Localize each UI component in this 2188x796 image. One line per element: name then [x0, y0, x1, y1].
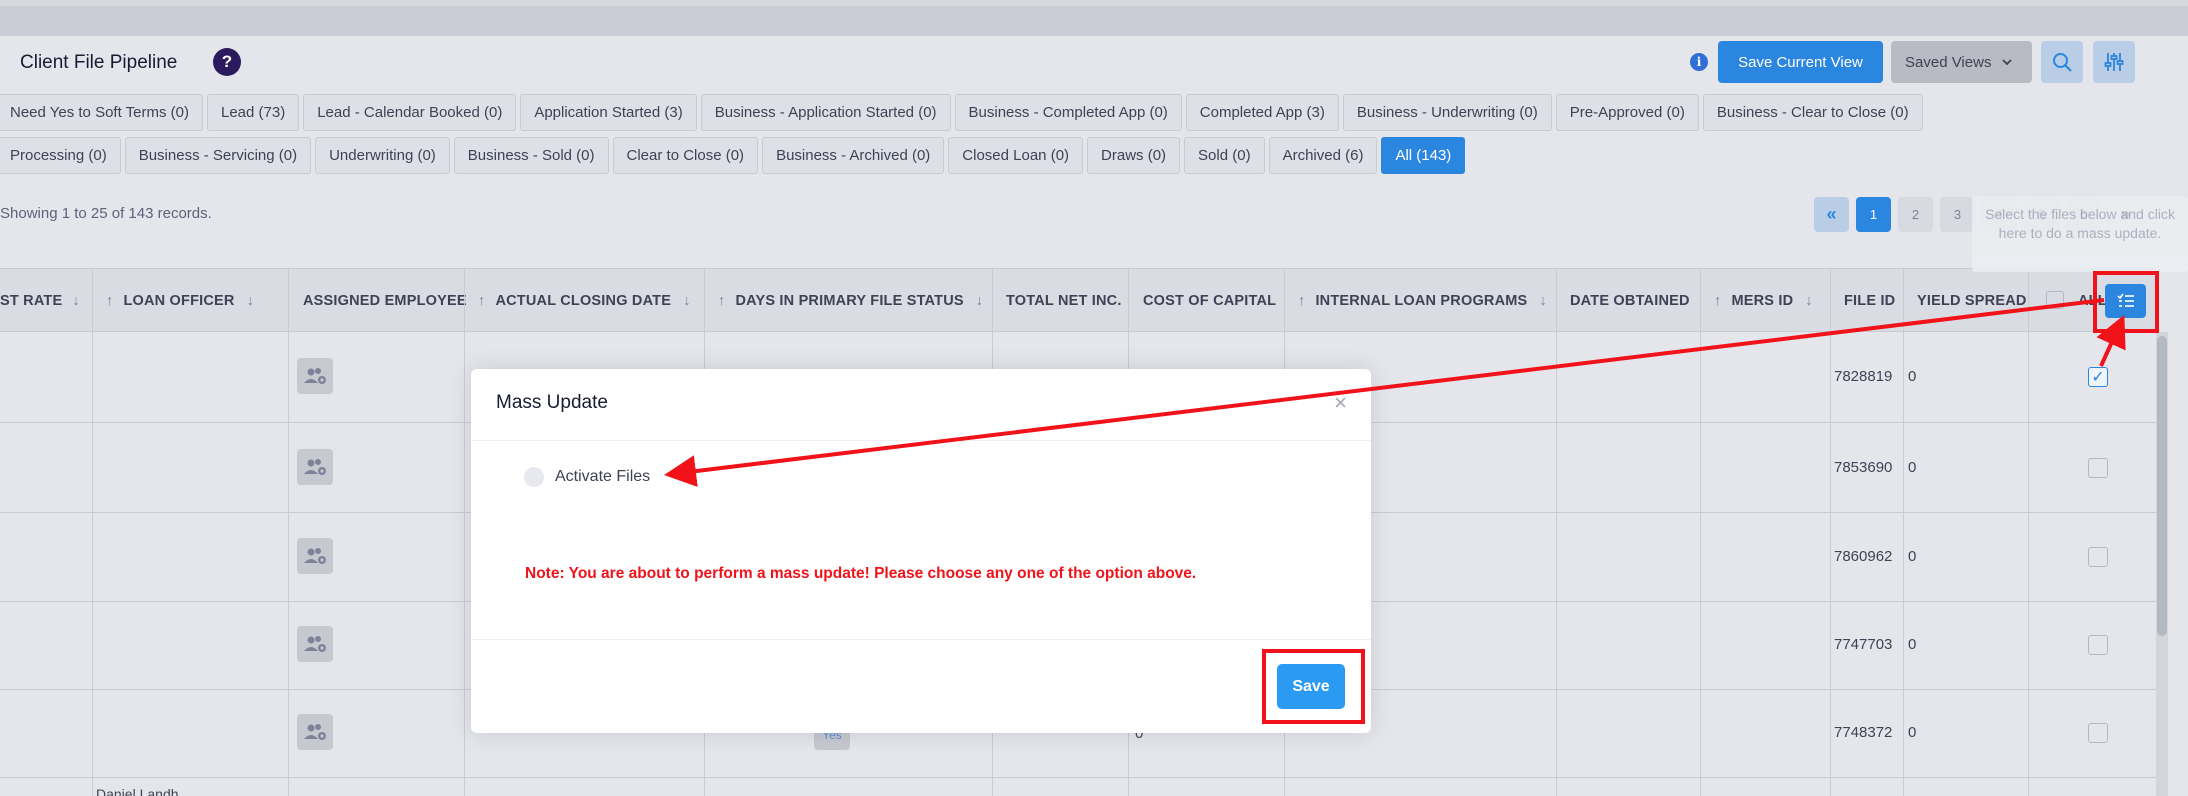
- arrow-to-mass-update-button: [2096, 314, 2126, 367]
- annotation-arrows: [664, 298, 2126, 487]
- arrow-to-activate-files: [664, 298, 2105, 487]
